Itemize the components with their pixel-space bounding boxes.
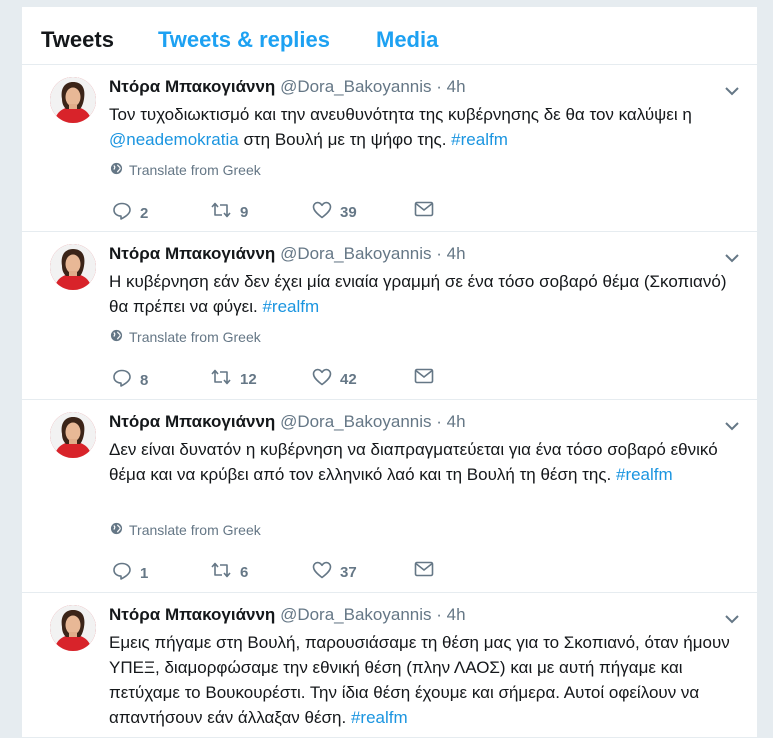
reply-icon [112, 201, 132, 225]
translate-label: Translate from Greek [129, 522, 261, 538]
tweet-card[interactable]: Ντόρα Μπακογιάννη @Dora_Bakoyannis · 4h Δ… [22, 400, 757, 593]
tweet-text: Η κυβέρνηση εάν δεν έχει μία ενιαία γραμ… [109, 269, 749, 319]
author-name[interactable]: Ντόρα Μπακογιάννη [109, 412, 275, 431]
like-button[interactable]: 42 [312, 368, 357, 390]
reply-button[interactable]: 8 [112, 368, 148, 392]
tweet-timestamp[interactable]: · 4h [436, 605, 465, 624]
reply-icon [112, 368, 132, 392]
like-count: 42 [340, 370, 357, 388]
tweet-text-segment: Εμεις πήγαμε στη Βουλή, παρουσιάσαμε τη … [109, 633, 730, 727]
profile-tabs: Tweets Tweets & replies Media [22, 7, 757, 65]
retweet-count: 12 [240, 370, 257, 388]
translate-label: Translate from Greek [129, 329, 261, 345]
tweet-header: Ντόρα Μπακογιάννη @Dora_Bakoyannis · 4h [109, 412, 466, 432]
tweet-link[interactable]: #realfm [351, 708, 408, 727]
tweet-timestamp[interactable]: · 4h [436, 77, 465, 96]
tweet-timestamp[interactable]: · 4h [436, 412, 465, 431]
like-count: 39 [340, 203, 357, 221]
tweet-text-segment: Η κυβέρνηση εάν δεν έχει μία ενιαία γραμ… [109, 272, 727, 316]
author-handle[interactable]: @Dora_Bakoyannis [280, 244, 431, 263]
retweet-button[interactable]: 12 [210, 368, 257, 390]
like-icon [312, 368, 332, 390]
chevron-down-icon[interactable] [725, 83, 739, 96]
tweet-link[interactable]: #realfm [262, 297, 319, 316]
tweet-text-segment: Τον τυχοδιωκτισμό και την ανευθυνότητα τ… [109, 105, 692, 124]
reply-button[interactable]: 1 [112, 561, 148, 585]
retweet-count: 9 [240, 203, 249, 221]
direct-message-button[interactable] [414, 368, 434, 388]
like-icon [312, 561, 332, 583]
tweet-link[interactable]: @neademokratia [109, 130, 239, 149]
globe-icon [110, 162, 123, 178]
direct-message-icon [414, 561, 434, 581]
globe-icon [110, 522, 123, 538]
avatar[interactable] [50, 244, 96, 290]
avatar[interactable] [50, 412, 96, 458]
reply-button[interactable]: 2 [112, 201, 148, 225]
retweet-icon [210, 201, 232, 223]
direct-message-button[interactable] [414, 561, 434, 581]
author-name[interactable]: Ντόρα Μπακογιάννη [109, 77, 275, 96]
tweet-list: Ντόρα Μπακογιάννη @Dora_Bakoyannis · 4h Τ… [22, 65, 757, 738]
author-name[interactable]: Ντόρα Μπακογιάννη [109, 244, 275, 263]
tweet-card[interactable]: Ντόρα Μπακογιάννη @Dora_Bakoyannis · 4h Τ… [22, 65, 757, 232]
globe-icon [110, 329, 123, 345]
author-handle[interactable]: @Dora_Bakoyannis [280, 412, 431, 431]
translate-link[interactable]: Translate from Greek [110, 522, 261, 538]
tweet-card[interactable]: Ντόρα Μπακογιάννη @Dora_Bakoyannis · 4h Η… [22, 232, 757, 400]
retweet-button[interactable]: 6 [210, 561, 248, 583]
chevron-down-icon[interactable] [725, 250, 739, 263]
chevron-down-icon[interactable] [725, 611, 739, 624]
retweet-icon [210, 561, 232, 583]
like-button[interactable]: 37 [312, 561, 357, 583]
like-count: 37 [340, 563, 357, 581]
tweet-link[interactable]: #realfm [451, 130, 508, 149]
reply-count: 1 [140, 564, 149, 582]
like-button[interactable]: 39 [312, 201, 357, 223]
author-name[interactable]: Ντόρα Μπακογιάννη [109, 605, 275, 624]
translate-link[interactable]: Translate from Greek [110, 329, 261, 345]
direct-message-icon [414, 201, 434, 221]
reply-icon [112, 561, 132, 585]
like-icon [312, 201, 332, 223]
reply-count: 2 [140, 204, 149, 222]
avatar[interactable] [50, 605, 96, 651]
translate-link[interactable]: Translate from Greek [110, 162, 261, 178]
chevron-down-icon[interactable] [725, 418, 739, 431]
retweet-button[interactable]: 9 [210, 201, 248, 223]
tweet-header: Ντόρα Μπακογιάννη @Dora_Bakoyannis · 4h [109, 77, 466, 97]
reply-count: 8 [140, 371, 149, 389]
retweet-icon [210, 368, 232, 390]
tab-tweets[interactable]: Tweets [41, 27, 114, 53]
tweet-link[interactable]: #realfm [616, 465, 673, 484]
tweet-header: Ντόρα Μπακογιάννη @Dora_Bakoyannis · 4h [109, 605, 466, 625]
tweet-text: Δεν είναι δυνατόν η κυβέρνηση να διαπραγ… [109, 437, 749, 487]
tab-media[interactable]: Media [376, 27, 438, 53]
tab-tweets-and-replies[interactable]: Tweets & replies [158, 27, 330, 53]
author-handle[interactable]: @Dora_Bakoyannis [280, 605, 431, 624]
tweet-card[interactable]: Ντόρα Μπακογιάννη @Dora_Bakoyannis · 4h Ε… [22, 593, 757, 738]
tweet-text-segment: στη Βουλή με τη ψήφο της. [238, 130, 452, 149]
tweet-header: Ντόρα Μπακογιάννη @Dora_Bakoyannis · 4h [109, 244, 466, 264]
tweet-timestamp[interactable]: · 4h [436, 244, 465, 263]
direct-message-button[interactable] [414, 201, 434, 221]
avatar[interactable] [50, 77, 96, 123]
author-handle[interactable]: @Dora_Bakoyannis [280, 77, 431, 96]
retweet-count: 6 [240, 563, 249, 581]
tweet-text: Εμεις πήγαμε στη Βουλή, παρουσιάσαμε τη … [109, 630, 749, 730]
direct-message-icon [414, 368, 434, 388]
timeline-panel: Tweets Tweets & replies Media Ντόρα Μπακ… [22, 7, 757, 738]
translate-label: Translate from Greek [129, 162, 261, 178]
tweet-text: Τον τυχοδιωκτισμό και την ανευθυνότητα τ… [109, 102, 749, 152]
